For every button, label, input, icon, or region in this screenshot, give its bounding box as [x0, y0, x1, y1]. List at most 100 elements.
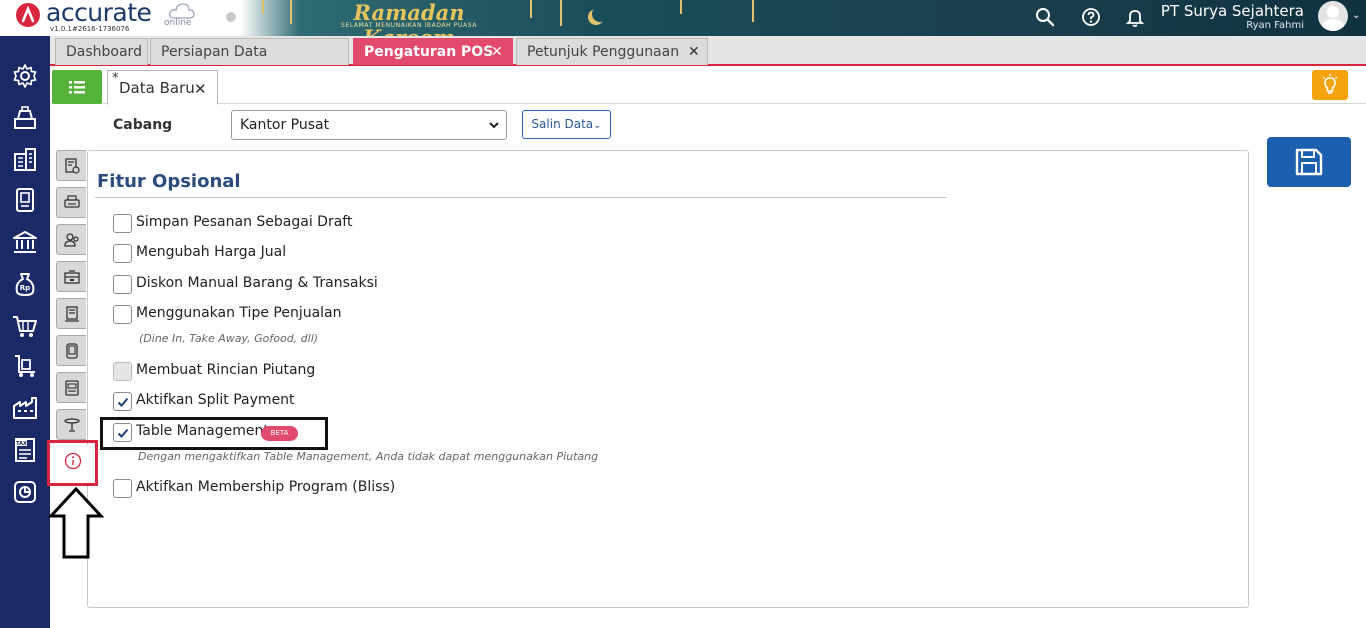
vtab-card-reader[interactable]	[56, 372, 86, 403]
svg-text:Rp: Rp	[20, 284, 30, 292]
option-label: Diskon Manual Barang & Transaksi	[136, 275, 378, 291]
option-label: Mengubah Harga Jual	[136, 244, 287, 260]
lantern-decoration	[752, 0, 754, 22]
checkbox[interactable]	[113, 244, 132, 263]
highlight-box	[47, 440, 98, 486]
svg-text:TAX: TAX	[16, 441, 27, 447]
cabang-select[interactable]: Kantor Pusat	[231, 110, 507, 140]
gear-icon[interactable]	[11, 62, 39, 90]
option-label: Membuat Rincian Piutang	[136, 362, 316, 378]
checkbox[interactable]	[113, 479, 132, 498]
arrow-up-icon	[48, 486, 104, 559]
vtab-device[interactable]	[56, 335, 86, 366]
chevron-down-icon	[489, 122, 499, 129]
sidebar: Rp TAX	[0, 36, 50, 628]
menu-list-button[interactable]	[52, 70, 102, 104]
tab-dashboard[interactable]: Dashboard	[55, 38, 148, 65]
printer-icon	[64, 195, 80, 208]
lantern-decoration	[262, 0, 264, 14]
option-label: Menggunakan Tipe Penjualan	[136, 305, 342, 321]
money-bag-icon[interactable]: Rp	[11, 270, 39, 298]
users-icon	[64, 233, 79, 247]
floppy-disk-icon	[1295, 148, 1323, 176]
close-icon[interactable]: ✕	[194, 80, 207, 98]
list-icon	[69, 81, 85, 94]
top-bar: accurate online v1.0.1#2616-1736076 Rama…	[0, 0, 1366, 50]
option-label: Aktifkan Membership Program (Bliss)	[136, 479, 396, 495]
checkbox[interactable]	[113, 392, 132, 411]
checkbox[interactable]	[113, 275, 132, 294]
company-name[interactable]: PT Surya Sejahtera	[1130, 2, 1304, 20]
table-icon	[64, 418, 80, 432]
report-icon[interactable]	[11, 478, 39, 506]
receipt-settings-icon	[65, 158, 80, 174]
card-reader-icon	[65, 380, 79, 396]
brand-name: accurate	[46, 0, 152, 27]
cart-icon[interactable]	[11, 312, 39, 340]
cashier-icon	[64, 270, 80, 284]
lantern-decoration	[560, 0, 562, 26]
lantern-decoration	[290, 0, 292, 24]
vtab-table[interactable]	[56, 409, 86, 440]
factory-icon[interactable]	[11, 394, 39, 422]
subtab-label: Data Baru	[119, 79, 195, 97]
bank-icon[interactable]	[11, 228, 39, 256]
modified-marker: *	[112, 71, 119, 86]
search-icon[interactable]	[1034, 6, 1056, 28]
tax-icon[interactable]: TAX	[11, 436, 39, 464]
checkmark-icon	[117, 397, 129, 407]
document-icon	[65, 306, 79, 322]
vtab-receipt-settings[interactable]	[56, 150, 86, 181]
checkbox[interactable]	[113, 214, 132, 233]
cabang-label: Cabang	[113, 117, 173, 133]
checkbox[interactable]	[113, 362, 132, 381]
vtab-document[interactable]	[56, 298, 86, 329]
lantern-decoration	[680, 0, 682, 14]
tab-label: Petunjuk Penggunaan	[527, 44, 680, 60]
subtab-data-baru[interactable]: * Data Baru ✕	[107, 70, 218, 105]
option-hint: (Dine In, Take Away, Gofood, dll)	[139, 332, 319, 345]
user-name: Ryan Fahmi	[1246, 20, 1304, 31]
tab-pengaturan-pos[interactable]: Pengaturan POS ✕	[353, 38, 513, 65]
crescent-moon-icon	[592, 6, 608, 22]
save-button[interactable]	[1267, 137, 1351, 187]
accurate-logo-icon	[16, 3, 40, 27]
checkbox[interactable]	[113, 305, 132, 324]
option-hint: Dengan mengaktifkan Table Management, An…	[138, 450, 599, 463]
avatar[interactable]	[1318, 1, 1348, 31]
tips-button[interactable]	[1312, 70, 1348, 100]
vtab-printer[interactable]	[56, 187, 86, 218]
status-dot	[226, 12, 236, 22]
sub-toolbar: * Data Baru ✕	[50, 66, 1366, 105]
cabang-value: Kantor Pusat	[240, 117, 330, 133]
section-divider	[95, 197, 947, 198]
chevron-down-icon: ⌄	[593, 120, 602, 131]
vtab-users[interactable]	[56, 224, 86, 255]
trolley-icon[interactable]	[11, 352, 39, 380]
version-label: v1.0.1#2616-1736076	[50, 25, 130, 33]
lantern-decoration	[530, 0, 532, 18]
lightbulb-icon	[1322, 74, 1338, 94]
option-label: Aktifkan Split Payment	[136, 392, 295, 408]
option-label: Simpan Pesanan Sebagai Draft	[136, 214, 353, 230]
main-tab-bar: Dashboard Persiapan Data Perusahaan Peng…	[50, 36, 1366, 86]
banner-subtitle: SELAMAT MENUNAIKAN IBADAH PUASA	[341, 22, 477, 29]
section-title: Fitur Opsional	[97, 171, 241, 192]
tab-petunjuk-penggunaan[interactable]: Petunjuk Penggunaan ✕	[516, 38, 708, 65]
help-icon[interactable]	[1080, 6, 1102, 28]
chevron-down-icon[interactable]: ⌄	[1352, 10, 1360, 21]
salin-data-button[interactable]: Salin Data⌄	[522, 110, 611, 139]
close-icon[interactable]: ✕	[688, 39, 700, 65]
device-icon	[66, 343, 78, 359]
ledger-icon[interactable]	[11, 186, 39, 214]
salin-data-label: Salin Data	[531, 117, 594, 131]
highlight-box	[100, 417, 328, 450]
tab-persiapan-data-perusahaan[interactable]: Persiapan Data Perusahaan	[150, 38, 349, 86]
cash-register-icon[interactable]	[11, 104, 39, 132]
close-icon[interactable]: ✕	[491, 39, 503, 65]
tab-label: Dashboard	[66, 44, 142, 60]
building-icon[interactable]	[11, 146, 39, 174]
ramadan-banner: Ramadan Kareem SELAMAT MENUNAIKAN IBADAH…	[318, 0, 500, 50]
vtab-cashier[interactable]	[56, 261, 86, 292]
edition-label: online	[164, 18, 192, 28]
